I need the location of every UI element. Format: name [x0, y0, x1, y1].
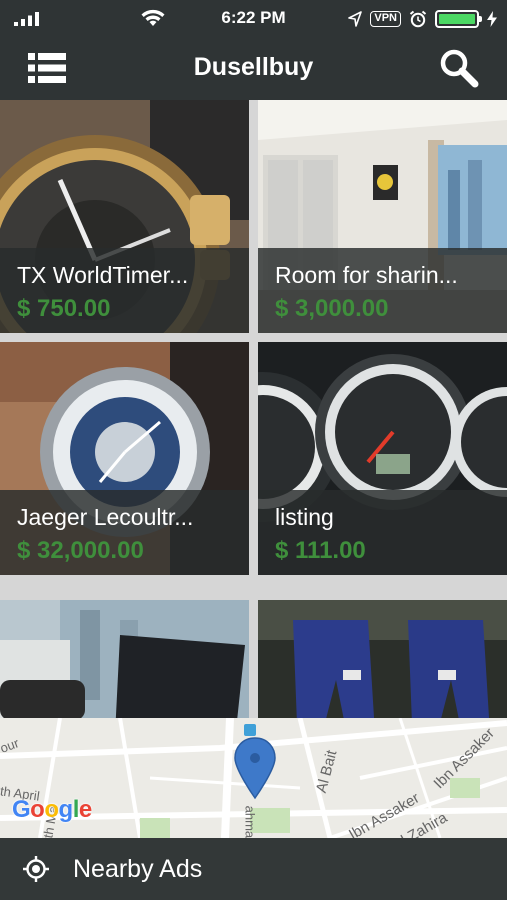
alarm-icon [409, 10, 427, 28]
listing-title: Jaeger Lecoultr... [17, 504, 194, 530]
listing-price: $ 3,000.00 [275, 295, 389, 322]
map-street-label: ahman [242, 805, 258, 838]
app-header: Dusellbuy [0, 40, 507, 100]
listing-title: Room for sharin... [275, 262, 458, 288]
listing-overlay: TX WorldTimer... $ 750.00 [0, 248, 249, 333]
charging-icon [487, 11, 497, 27]
battery-icon [435, 10, 482, 28]
listing-overlay: listing $ 111.00 [258, 490, 507, 575]
nearby-ads-label: Nearby Ads [73, 855, 203, 883]
search-icon[interactable] [439, 48, 479, 88]
status-bar: 6:22 PM VPN [0, 0, 507, 40]
listing-price: $ 750.00 [17, 295, 111, 322]
google-logo: Google [12, 796, 92, 823]
nearby-ads-button[interactable]: Nearby Ads [0, 838, 507, 900]
status-right-group: VPN [348, 9, 497, 29]
listing-title: listing [275, 504, 334, 530]
vpn-badge: VPN [370, 11, 401, 27]
listing-card[interactable]: Room for sharin... $ 3,000.00 [258, 100, 507, 333]
listing-overlay: Room for sharin... $ 3,000.00 [258, 248, 507, 333]
nearby-map[interactable]: our th April 6th Ma Al Bait Ibn Assaker … [0, 718, 507, 838]
location-icon [348, 11, 363, 27]
listing-overlay: Jaeger Lecoultr... $ 32,000.00 [0, 490, 249, 575]
listing-price: $ 111.00 [275, 537, 366, 564]
listing-card[interactable]: listing $ 111.00 [258, 342, 507, 575]
listing-card[interactable]: TX WorldTimer... $ 750.00 [0, 100, 249, 333]
location-target-icon [23, 856, 49, 882]
page-title: Dusellbuy [193, 53, 314, 81]
listing-card[interactable]: Jaeger Lecoultr... $ 32,000.00 [0, 342, 249, 575]
listing-title: TX WorldTimer... [17, 262, 189, 288]
listing-price: $ 32,000.00 [17, 537, 144, 564]
